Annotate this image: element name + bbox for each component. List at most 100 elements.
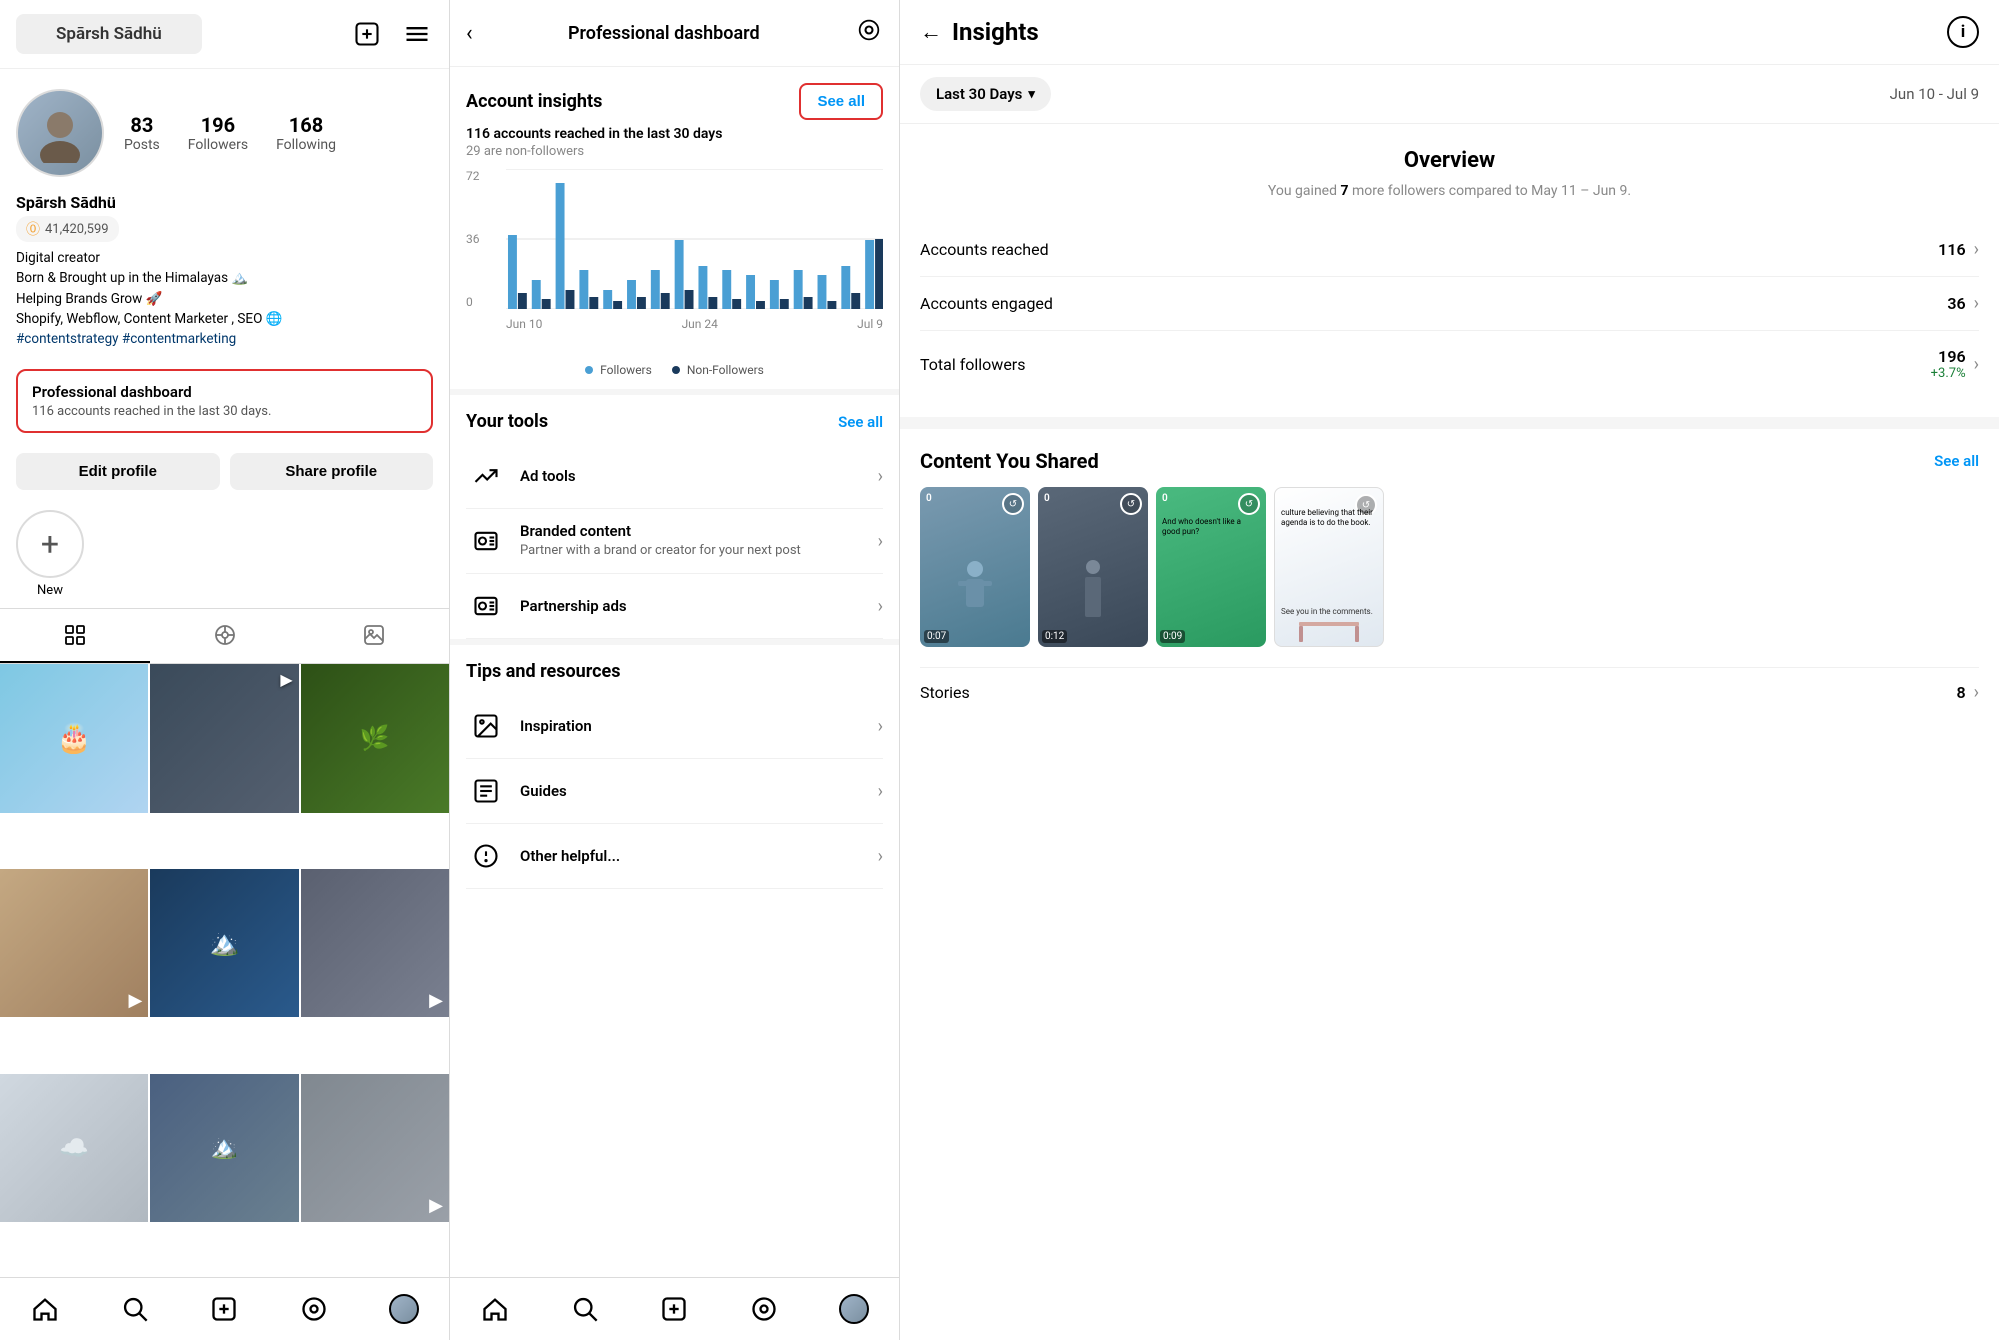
photo-cell-1[interactable]: 🎂 bbox=[0, 664, 148, 812]
thumb-card-1[interactable]: ↺ 0 0:07 bbox=[920, 487, 1030, 647]
thumb-card-4[interactable]: ↺ culture believing that their agenda is… bbox=[1274, 487, 1384, 647]
posts-count: 83 bbox=[130, 113, 153, 137]
dash-nav-add[interactable] bbox=[630, 1288, 720, 1330]
pd-title: Professional dashboard bbox=[32, 383, 417, 401]
stat-change-followers: +3.7% bbox=[1931, 366, 1966, 381]
tool-partnership-ads[interactable]: Partnership ads › bbox=[466, 574, 883, 639]
thumb-card-3[interactable]: ↺ 0 And who doesn't like a good pun? 0:0… bbox=[1156, 487, 1266, 647]
photo-grid: 🎂 ▶ 🌿 ▶ 🏔️ ▶ ☁️ 🏔️ ▶ bbox=[0, 664, 449, 1277]
inspiration-name: Inspiration bbox=[520, 717, 864, 735]
followers-count: 196 bbox=[201, 113, 235, 137]
x-label-jul9: Jul 9 bbox=[857, 317, 883, 331]
bottom-nav-profile bbox=[0, 1277, 449, 1340]
non-followers-dot bbox=[672, 366, 680, 374]
thumb-text-3: And who doesn't like a good pun? bbox=[1162, 517, 1260, 538]
tips-title: Tips and resources bbox=[466, 661, 883, 682]
photo-cell-9[interactable]: ▶ bbox=[301, 1074, 449, 1222]
partnership-ads-name: Partnership ads bbox=[520, 597, 864, 615]
tools-section: Your tools See all Ad tools › bbox=[450, 395, 899, 639]
insights-back-button[interactable]: ← bbox=[920, 19, 942, 45]
subtitle-prefix: You gained bbox=[1268, 183, 1341, 199]
overview-subtitle: You gained 7 more followers compared to … bbox=[920, 183, 1979, 199]
add-post-icon[interactable] bbox=[351, 18, 383, 50]
photo-cell-4[interactable]: ▶ bbox=[0, 869, 148, 1017]
stat-val-reached: 116 bbox=[1938, 240, 1965, 259]
stat-val-engaged: 36 bbox=[1947, 294, 1965, 313]
branded-content-text: Branded content Partner with a brand or … bbox=[520, 522, 864, 560]
tool-branded-content[interactable]: Branded content Partner with a brand or … bbox=[466, 509, 883, 574]
stat-accounts-reached[interactable]: Accounts reached 116 › bbox=[920, 223, 1979, 277]
menu-icon[interactable] bbox=[401, 18, 433, 50]
following-stat: 168 Following bbox=[276, 113, 336, 153]
content-shared-section: Content You Shared See all ↺ 0 0:07 bbox=[900, 429, 1999, 717]
posts-label: Posts bbox=[124, 137, 160, 153]
new-label: New bbox=[37, 583, 63, 598]
bio-line2: Helping Brands Grow 🚀 bbox=[16, 289, 433, 309]
photo-cell-2[interactable]: ▶ bbox=[150, 664, 298, 812]
photo-cell-8[interactable]: 🏔️ bbox=[150, 1074, 298, 1222]
nav-reels[interactable] bbox=[269, 1288, 359, 1330]
photo-cell-7[interactable]: ☁️ bbox=[0, 1074, 148, 1222]
y-label-36: 36 bbox=[466, 232, 480, 246]
tool-inspiration[interactable]: Inspiration › bbox=[466, 694, 883, 759]
tool-guides[interactable]: Guides › bbox=[466, 759, 883, 824]
stat-val-row-followers: 196 +3.7% › bbox=[1931, 347, 1979, 381]
nav-home[interactable] bbox=[0, 1288, 90, 1330]
ad-tools-text: Ad tools bbox=[520, 467, 864, 485]
ad-tools-icon bbox=[466, 456, 506, 496]
content-see-all[interactable]: See all bbox=[1934, 452, 1979, 470]
dropdown-arrow-icon: ▾ bbox=[1028, 87, 1035, 102]
tab-tagged[interactable] bbox=[299, 609, 449, 663]
date-filter-dropdown[interactable]: Last 30 Days ▾ bbox=[920, 77, 1051, 111]
new-story-button[interactable]: + bbox=[16, 510, 84, 578]
stat-total-followers[interactable]: Total followers 196 +3.7% › bbox=[920, 331, 1979, 397]
tool-ad-tools[interactable]: Ad tools › bbox=[466, 444, 883, 509]
tab-grid[interactable] bbox=[0, 609, 150, 663]
dashboard-back-button[interactable]: ‹ bbox=[466, 21, 473, 46]
tool-other[interactable]: Other helpful... › bbox=[466, 824, 883, 889]
thumb-num-3: 0 bbox=[1162, 493, 1168, 504]
tools-see-all[interactable]: See all bbox=[838, 413, 883, 431]
stories-row[interactable]: Stories 8 › bbox=[920, 667, 1979, 717]
nav-add[interactable] bbox=[180, 1288, 270, 1330]
thumb-num-1: 0 bbox=[926, 493, 932, 504]
thumb-time-1: 0:07 bbox=[924, 630, 949, 643]
info-icon[interactable]: i bbox=[1947, 16, 1979, 48]
guides-name: Guides bbox=[520, 782, 864, 800]
bottom-nav-dashboard bbox=[450, 1277, 899, 1340]
photo-cell-5[interactable]: 🏔️ bbox=[150, 869, 298, 1017]
thumb-card-2[interactable]: ↺ 0 0:12 bbox=[1038, 487, 1148, 647]
nav-search[interactable] bbox=[90, 1288, 180, 1330]
stat-accounts-engaged[interactable]: Accounts engaged 36 › bbox=[920, 277, 1979, 331]
inspiration-icon bbox=[466, 706, 506, 746]
followers-label: Followers bbox=[188, 137, 248, 153]
branded-content-chevron: › bbox=[878, 531, 883, 552]
bio-line3: Shopify, Webflow, Content Marketer , SEO… bbox=[16, 309, 433, 329]
dash-nav-home[interactable] bbox=[450, 1288, 540, 1330]
guides-icon bbox=[466, 771, 506, 811]
followers-dot bbox=[585, 366, 593, 374]
stories-label: Stories bbox=[920, 683, 970, 702]
dash-nav-reels[interactable] bbox=[719, 1288, 809, 1330]
dash-nav-search[interactable] bbox=[540, 1288, 630, 1330]
account-insights-see-all[interactable]: See all bbox=[799, 83, 883, 120]
professional-dashboard-box[interactable]: Professional dashboard 116 accounts reac… bbox=[16, 369, 433, 433]
stat-label-total-followers: Total followers bbox=[920, 355, 1025, 374]
dash-nav-profile[interactable] bbox=[809, 1288, 899, 1330]
other-text: Other helpful... bbox=[520, 847, 864, 865]
branded-content-icon bbox=[466, 521, 506, 561]
notification-icon[interactable] bbox=[855, 16, 883, 50]
other-chevron: › bbox=[878, 846, 883, 867]
insights-section-header: Account insights See all bbox=[466, 83, 883, 120]
account-insights-title: Account insights bbox=[466, 91, 602, 112]
edit-profile-button[interactable]: Edit profile bbox=[16, 453, 220, 490]
stat-label-accounts-reached: Accounts reached bbox=[920, 240, 1049, 259]
legend-followers: Followers bbox=[585, 363, 652, 377]
nav-profile[interactable] bbox=[359, 1288, 449, 1330]
share-profile-button[interactable]: Share profile bbox=[230, 453, 434, 490]
photo-cell-6[interactable]: ▶ bbox=[301, 869, 449, 1017]
photo-cell-3[interactable]: 🌿 bbox=[301, 664, 449, 812]
overview-title: Overview bbox=[920, 148, 1979, 173]
tab-reels[interactable] bbox=[150, 609, 300, 663]
insights-content: Overview You gained 7 more followers com… bbox=[900, 124, 1999, 1340]
